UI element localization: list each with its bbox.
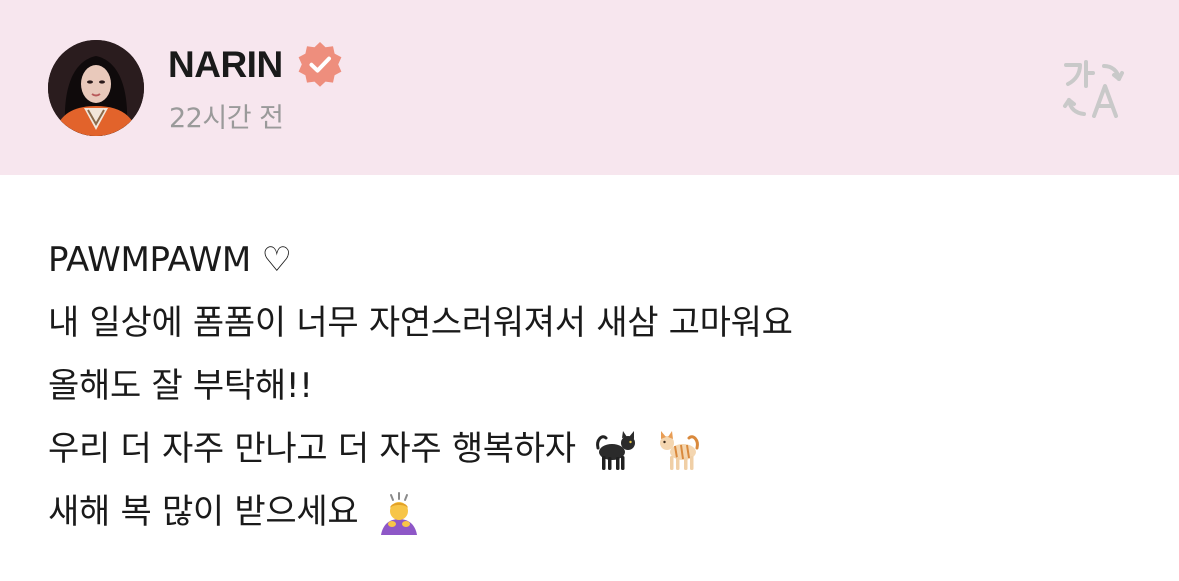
post-text: 올해도 잘 부탁해!! [48,366,313,406]
post-text: 우리 더 자주 만나고 더 자주 행복하자 [48,429,576,469]
verified-badge-icon [295,40,345,90]
post-header: NARIN 22시간 전 [0,0,1179,175]
post-text-line: PAWMPAWM ♡ [48,228,1138,291]
translate-button[interactable] [1060,58,1126,120]
post-text: PAWMPAWM ♡ [48,240,292,280]
post-text: 내 일상에 폼폼이 너무 자연스러워져서 새삼 고마워요 [48,303,793,343]
translate-icon [1063,60,1124,118]
person-bowing-emoji [377,491,421,535]
post-timestamp: 22시간 전 [169,103,284,134]
avatar[interactable] [48,40,144,136]
post-card: NARIN 22시간 전 PAWMPAWM ♡ 내 일상에 폼폼이 너무 자연스… [0,0,1179,581]
post-text: 새해 복 많이 받으세요 [48,492,359,532]
post-text-line: 올해도 잘 부탁해!! [48,354,1138,417]
post-body: PAWMPAWM ♡ 내 일상에 폼폼이 너무 자연스러워져서 새삼 고마워요 … [48,228,1138,543]
black-cat-emoji [594,428,638,472]
cat-emoji [657,428,701,472]
author-name[interactable]: NARIN [168,44,283,86]
post-text-line: 내 일상에 폼폼이 너무 자연스러워져서 새삼 고마워요 [48,291,1138,354]
author-name-row: NARIN [168,40,345,90]
post-text-line: 우리 더 자주 만나고 더 자주 행복하자 [48,417,1138,480]
post-text-line: 새해 복 많이 받으세요 [48,480,1138,543]
